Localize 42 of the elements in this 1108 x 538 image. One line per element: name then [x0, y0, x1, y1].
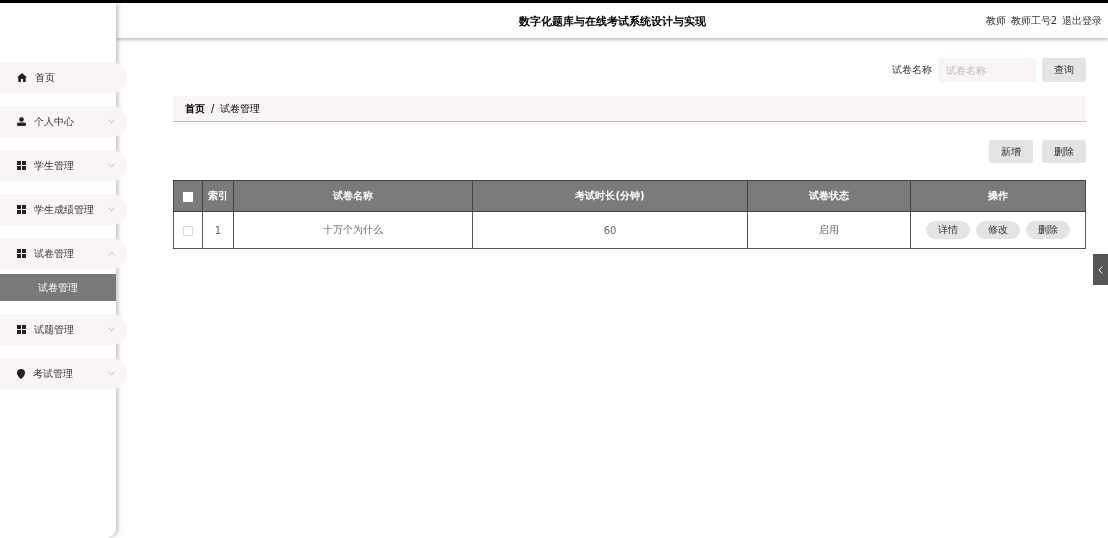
grid-icon: [17, 325, 26, 334]
user-name: 教师工号2: [1010, 13, 1057, 28]
sidebar-menu-item[interactable]: 学生成绩管理: [0, 194, 127, 225]
row-checkbox[interactable]: [183, 225, 193, 236]
sidebar-menu-item[interactable]: 考试管理: [0, 358, 127, 389]
sidebar-menu-item[interactable]: 学生管理: [0, 150, 127, 181]
table-cell: 60: [472, 211, 748, 249]
breadcrumb-item[interactable]: 首页: [185, 101, 205, 116]
column-header: 试卷状态: [747, 180, 911, 212]
system-title: 数字化题库与在线考试系统设计与实现: [518, 15, 706, 28]
user-icon: [17, 117, 26, 126]
column-header: 考试时长(分钟): [472, 180, 748, 212]
breadcrumb-item: 试卷管理: [220, 101, 261, 116]
select-all-checkbox[interactable]: [183, 191, 193, 202]
submenu-item[interactable]: 试卷管理: [0, 274, 116, 301]
column-header: 操作: [910, 180, 1086, 212]
sidebar-menu-item[interactable]: 试题管理: [0, 314, 127, 345]
row-action-button[interactable]: 详情: [926, 221, 970, 239]
column-header: 索引: [202, 180, 234, 212]
sidebar-menu-item[interactable]: 首页: [0, 62, 127, 93]
map-pin-icon: [17, 368, 25, 379]
table-cell: 1: [202, 211, 234, 249]
user-role: 教师: [985, 13, 1006, 28]
search-button[interactable]: 查询: [1042, 58, 1086, 82]
toolbar-button[interactable]: 新增: [989, 140, 1033, 163]
row-action-button[interactable]: 修改: [976, 221, 1020, 239]
grid-icon: [17, 205, 26, 214]
home-icon: [17, 73, 27, 82]
column-header: 试卷名称: [233, 180, 473, 212]
search-label: 试卷名称: [892, 63, 932, 77]
sidebar-menu-item[interactable]: 个人中心: [0, 106, 127, 137]
row-action-button[interactable]: 删除: [1026, 221, 1070, 239]
breadcrumb-separator: /: [211, 103, 215, 114]
sidebar-menu-item[interactable]: 试卷管理: [0, 238, 127, 269]
toolbar-button[interactable]: 删除: [1042, 140, 1086, 163]
table-cell: 十万个为什么: [233, 211, 473, 249]
chevron-left-icon: [1098, 265, 1103, 274]
grid-icon: [17, 161, 26, 170]
collapse-tab[interactable]: [1093, 254, 1108, 285]
logout-link[interactable]: 退出登录: [1062, 13, 1102, 28]
table-cell: 启用: [747, 211, 911, 249]
grid-icon: [17, 249, 26, 258]
